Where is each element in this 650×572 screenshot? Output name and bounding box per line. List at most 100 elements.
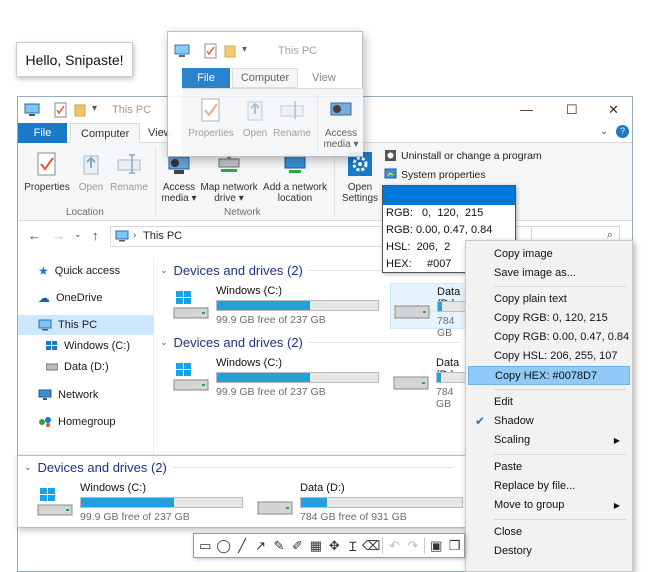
drive-item-c-2[interactable]: Windows (C:) 99.9 GB free of 237 GB [172,355,392,401]
folder-quick-icon[interactable] [74,102,86,118]
line-tool-icon[interactable]: ╱ [233,536,251,556]
menu-move-to-group[interactable]: Move to group ▶ [466,496,632,515]
open-button[interactable]: Open [76,149,106,193]
homegroup-icon [39,417,51,427]
help-icon[interactable]: ? [616,125,629,138]
drive-icon [393,376,429,390]
menu-copy-hex[interactable]: Copy HEX: #0078D7 [468,366,630,385]
uninstall-icon [385,150,396,161]
drive-item-d-2[interactable]: Data (D:) 784 GB [392,355,466,410]
text-tool-icon[interactable]: Ɪ [344,536,362,556]
menu-save-image[interactable]: Save image as... [466,264,632,283]
picker-rgb-float: RGB: 0.00, 0.47, 0.84 [386,224,493,236]
ellipse-tool-icon[interactable]: ◯ [214,536,232,556]
open-label: Open [78,182,104,193]
mosaic-tool-icon[interactable]: ▦ [307,536,325,556]
navigation-pane: ★ Quick access ☁ OneDrive This PC Window… [18,257,154,457]
blur-tool-icon[interactable]: ✥ [325,536,343,556]
menu-close[interactable]: Close [466,523,632,542]
overlay-snip-drives[interactable]: ⌄ Devices and drives (2) Windows (C:) 99… [17,455,468,528]
save-icon[interactable]: ▣ [427,536,445,556]
menu-copy-image[interactable]: Copy image [466,245,632,264]
undo-icon[interactable]: ↶ [385,536,403,556]
drive-item-d-selected[interactable]: Data (D:) 784 GB [390,283,467,339]
nav-quick-access[interactable]: ★ Quick access [18,261,154,281]
access-media-button[interactable]: Access media ▾ [158,149,200,204]
checkmark-icon: ✔ [475,414,486,428]
nav-homegroup[interactable]: Homegroup [18,412,154,432]
collapse-chevron-icon[interactable]: ⌄ [160,265,168,276]
open-arrow-icon [77,149,105,179]
menu-copy-rgb[interactable]: Copy RGB: 0, 120, 215 [466,309,632,328]
drive-usage-bar [80,497,243,508]
quick-access-toolbar-dropdown[interactable]: ▾ [92,103,97,114]
network-icon [38,389,52,400]
rename-button[interactable]: Rename [110,149,148,193]
overlay-properties: Properties [186,95,236,139]
nav-onedrive[interactable]: ☁ OneDrive [18,288,154,308]
menu-replace-by-file[interactable]: Replace by file... [466,477,632,496]
drive-item-c[interactable]: Windows (C:) 99.9 GB free of 237 GB [172,283,392,329]
properties-quick-icon[interactable] [54,102,68,118]
arrow-tool-icon[interactable]: ↗ [251,536,269,556]
hello-snip[interactable]: Hello, Snipaste! [16,42,133,77]
overlay-properties-label: Properties [188,128,234,139]
menu-copy-hsl[interactable]: Copy HSL: 206, 255, 107 [466,347,632,366]
nav-windows-c[interactable]: Windows (C:) [18,336,154,356]
menu-shadow[interactable]: ✔ Shadow [466,412,632,431]
drive-name: Windows (C:) [216,285,283,297]
menu-destroy[interactable]: Destory [466,542,632,561]
rename-icon [278,95,306,125]
minimize-button[interactable]: — [520,102,533,117]
close-button[interactable]: ✕ [608,102,619,118]
pencil-tool-icon[interactable]: ✎ [270,536,288,556]
drive-usage-bar [437,301,467,312]
collapse-chevron-icon[interactable]: ⌄ [160,337,168,348]
open-settings-button[interactable]: Open Settings [338,149,382,204]
up-arrow-icon[interactable]: ↑ [92,228,99,243]
tab-computer[interactable]: Computer [70,123,141,143]
add-location-label: Add a network [263,182,327,193]
section-header-2[interactable]: ⌄ Devices and drives (2) [160,335,459,350]
ribbon-collapse-icon[interactable]: ⌄ [600,126,608,137]
drive-icon [257,501,293,515]
nav-data-d[interactable]: Data (D:) [18,357,154,377]
context-menu: Copy image Save image as... Copy plain t… [465,240,633,572]
properties-label: Properties [24,182,70,193]
toolbar-separator [382,537,384,554]
menu-edit[interactable]: Edit [466,393,632,412]
nav-this-pc[interactable]: This PC [18,315,154,335]
rectangle-tool-icon[interactable]: ▭ [196,536,214,556]
menu-scaling[interactable]: Scaling ▶ [466,431,632,450]
maximize-button[interactable]: ☐ [566,102,578,118]
eraser-tool-icon[interactable]: ⌫ [362,536,380,556]
menu-copy-rgb-float[interactable]: Copy RGB: 0.00, 0.47, 0.84 [466,328,632,347]
breadcrumb-chevron-icon[interactable]: › [133,230,136,241]
tab-file[interactable]: File [18,123,67,143]
drive-name: Windows (C:) [80,482,147,494]
redo-icon[interactable]: ↷ [404,536,422,556]
overlay-ribbon: Properties Open Rename Access media ▾ [182,88,363,156]
drive-free-space: 784 GB free of 931 GB [300,511,407,523]
system-properties-icon [384,168,397,179]
properties-button[interactable]: Properties [22,149,72,193]
map-network-drive-button[interactable]: Map network drive ▾ [200,149,258,204]
picker-rgb: RGB: 0, 120, 215 [386,207,484,219]
back-arrow-icon[interactable]: ← [28,228,41,243]
windows-drive-icon [37,488,73,516]
marker-tool-icon[interactable]: ✐ [288,536,306,556]
menu-copy-plain-text[interactable]: Copy plain text [466,290,632,309]
ribbon-divider [317,93,318,153]
address-path: This PC [143,230,183,242]
copy-icon[interactable]: ❐ [446,536,464,556]
forward-arrow-icon[interactable]: → [52,228,65,243]
nav-network[interactable]: Network [18,385,154,405]
overlay-snip-ribbon[interactable]: ▾ This PC File Computer View Properties … [167,31,363,157]
section-title: Devices and drives (2) [173,263,303,278]
menu-paste[interactable]: Paste [466,458,632,477]
windows-drive-icon [173,291,209,319]
uninstall-program-button[interactable]: Uninstall or change a program [384,149,542,162]
system-properties-button[interactable]: System properties [384,168,486,181]
add-network-location-button[interactable]: Add a network location [260,149,330,204]
recent-dropdown-icon[interactable]: ⌄ [74,229,82,240]
